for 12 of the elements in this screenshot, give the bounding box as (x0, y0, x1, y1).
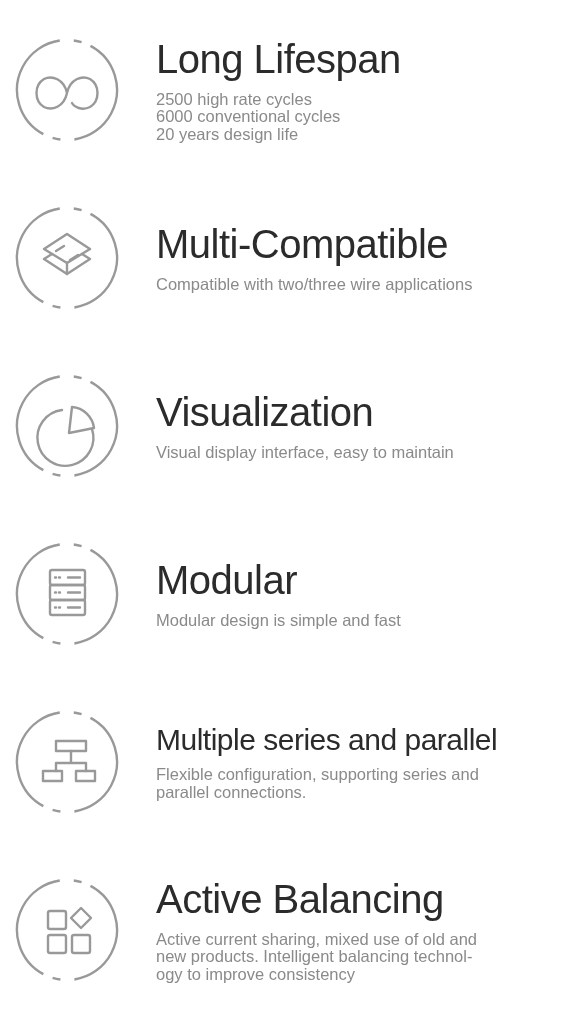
feature-title: Modular (156, 558, 298, 603)
feature-title: Long Lifespan (156, 37, 402, 82)
feature-description: Compatible with two/three wire applications (156, 276, 474, 294)
feature-description: 2500 high rate cycles 6000 conventional cycles 20 years design life (156, 91, 342, 143)
feature-description: Visual display interface, easy to maintain (156, 444, 455, 462)
feature-description: Modular design is simple and fast (156, 612, 402, 630)
feature-title: Multi-Compatible (156, 222, 450, 267)
feature-title: Active Balancing (156, 877, 445, 922)
feature-title: Visualization (156, 390, 375, 435)
feature-title: Multiple series and parallel (156, 723, 499, 757)
feature-description: Active current sharing, mixed use of old and new products. Intelligent balancing technol- ogy to improve consistency (156, 931, 478, 983)
feature-description: Flexible configuration, supporting series and parallel connections. (156, 766, 480, 801)
